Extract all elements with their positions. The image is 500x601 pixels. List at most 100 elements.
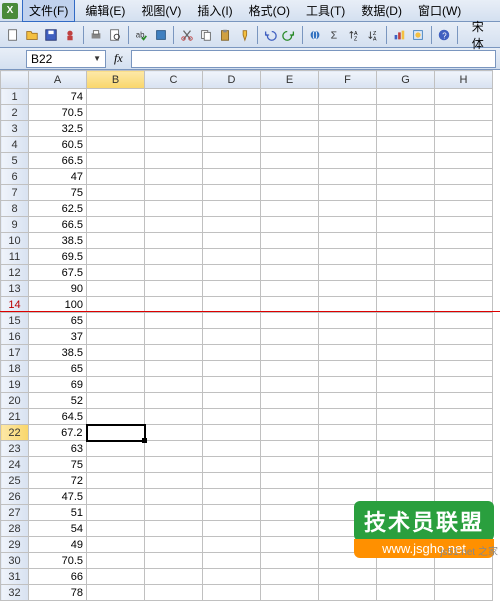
cell-H17[interactable] [435,345,493,361]
cell-F20[interactable] [319,393,377,409]
cell-A2[interactable]: 70.5 [29,105,87,121]
cell-H8[interactable] [435,201,493,217]
cell-A21[interactable]: 64.5 [29,409,87,425]
formula-bar[interactable] [131,50,496,68]
cell-F32[interactable] [319,585,377,601]
cell-D11[interactable] [203,249,261,265]
cell-G1[interactable] [377,89,435,105]
cell-G16[interactable] [377,329,435,345]
cell-C11[interactable] [145,249,203,265]
cell-E10[interactable] [261,233,319,249]
cell-D6[interactable] [203,169,261,185]
cell-A22[interactable]: 67.2 [29,425,87,441]
row-header-9[interactable]: 9 [1,217,29,233]
cell-C32[interactable] [145,585,203,601]
cell-C15[interactable] [145,313,203,329]
cell-B26[interactable] [87,489,145,505]
cell-B7[interactable] [87,185,145,201]
cell-E20[interactable] [261,393,319,409]
row-header-20[interactable]: 20 [1,393,29,409]
cell-F2[interactable] [319,105,377,121]
row-header-8[interactable]: 8 [1,201,29,217]
cell-C16[interactable] [145,329,203,345]
open-icon[interactable] [23,25,40,45]
cell-F6[interactable] [319,169,377,185]
help-icon[interactable]: ? [436,25,453,45]
cell-H31[interactable] [435,569,493,585]
cell-D16[interactable] [203,329,261,345]
cell-H32[interactable] [435,585,493,601]
cell-A26[interactable]: 47.5 [29,489,87,505]
cell-A3[interactable]: 32.5 [29,121,87,137]
cell-F7[interactable] [319,185,377,201]
cell-F5[interactable] [319,153,377,169]
cell-F3[interactable] [319,121,377,137]
cell-C3[interactable] [145,121,203,137]
cell-G2[interactable] [377,105,435,121]
sort-desc-icon[interactable]: ZA [364,25,381,45]
cell-D4[interactable] [203,137,261,153]
cell-D31[interactable] [203,569,261,585]
cell-E28[interactable] [261,521,319,537]
cell-H3[interactable] [435,121,493,137]
cell-H19[interactable] [435,377,493,393]
row-header-3[interactable]: 3 [1,121,29,137]
cell-A27[interactable]: 51 [29,505,87,521]
menu-file[interactable]: 文件(F) [22,0,75,22]
row-header-15[interactable]: 15 [1,313,29,329]
cell-C18[interactable] [145,361,203,377]
cell-F12[interactable] [319,265,377,281]
row-header-10[interactable]: 10 [1,233,29,249]
cell-G12[interactable] [377,265,435,281]
cell-E9[interactable] [261,217,319,233]
cell-F4[interactable] [319,137,377,153]
cell-E2[interactable] [261,105,319,121]
cell-A13[interactable]: 90 [29,281,87,297]
cell-B8[interactable] [87,201,145,217]
row-header-26[interactable]: 26 [1,489,29,505]
cell-H4[interactable] [435,137,493,153]
cell-G21[interactable] [377,409,435,425]
cell-B32[interactable] [87,585,145,601]
cell-G13[interactable] [377,281,435,297]
cell-D7[interactable] [203,185,261,201]
cell-B28[interactable] [87,521,145,537]
undo-icon[interactable] [262,25,279,45]
cell-F24[interactable] [319,457,377,473]
cell-C27[interactable] [145,505,203,521]
cell-H13[interactable] [435,281,493,297]
cell-H6[interactable] [435,169,493,185]
cell-A20[interactable]: 52 [29,393,87,409]
cell-E6[interactable] [261,169,319,185]
column-header-E[interactable]: E [261,71,319,89]
cell-A4[interactable]: 60.5 [29,137,87,153]
cell-H18[interactable] [435,361,493,377]
cell-H22[interactable] [435,425,493,441]
cell-A31[interactable]: 66 [29,569,87,585]
cell-B25[interactable] [87,473,145,489]
cell-C26[interactable] [145,489,203,505]
cell-F9[interactable] [319,217,377,233]
menu-edit[interactable]: 编辑(E) [77,0,133,21]
row-header-31[interactable]: 31 [1,569,29,585]
cell-G5[interactable] [377,153,435,169]
cell-B20[interactable] [87,393,145,409]
cell-A17[interactable]: 38.5 [29,345,87,361]
cell-G23[interactable] [377,441,435,457]
cell-B16[interactable] [87,329,145,345]
cell-C19[interactable] [145,377,203,393]
cell-C17[interactable] [145,345,203,361]
cell-E25[interactable] [261,473,319,489]
cell-F25[interactable] [319,473,377,489]
cell-C7[interactable] [145,185,203,201]
cell-F23[interactable] [319,441,377,457]
cell-F22[interactable] [319,425,377,441]
cell-E31[interactable] [261,569,319,585]
cell-B21[interactable] [87,409,145,425]
cell-A18[interactable]: 65 [29,361,87,377]
cell-E8[interactable] [261,201,319,217]
cell-B31[interactable] [87,569,145,585]
cell-F11[interactable] [319,249,377,265]
cell-B27[interactable] [87,505,145,521]
cell-D24[interactable] [203,457,261,473]
